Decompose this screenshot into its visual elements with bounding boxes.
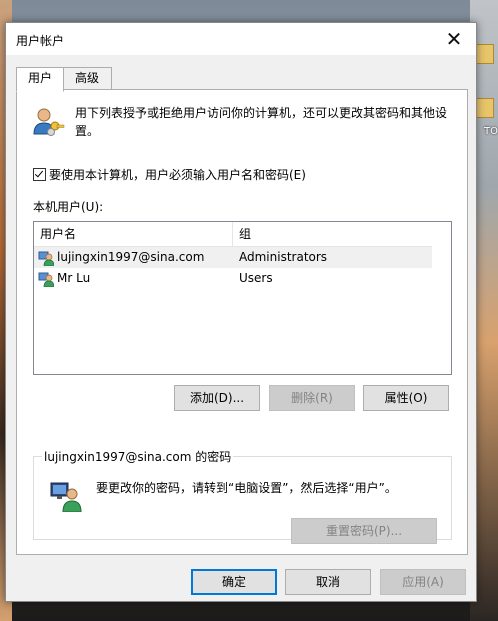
row-username: Mr Lu xyxy=(57,271,91,285)
local-users-label: 本机用户(U): xyxy=(33,200,104,214)
users-listview[interactable]: 用户名 组 lujingxin1997@sina.com Administrat… xyxy=(33,221,452,375)
require-login-label: 要使用本计算机，用户必须输入用户名和密码(E) xyxy=(49,168,306,182)
close-button[interactable]: ✕ xyxy=(432,23,476,55)
require-login-row[interactable]: 要使用本计算机，用户必须输入用户名和密码(E) xyxy=(33,166,306,183)
tab-advanced[interactable]: 高级 xyxy=(62,67,112,91)
desktop-icon-label: TO xyxy=(484,126,498,137)
ok-button[interactable]: 确定 xyxy=(191,569,277,595)
listview-header: 用户名 组 xyxy=(34,222,432,247)
table-row[interactable]: Mr Lu Users xyxy=(34,268,432,289)
user-monitor-icon xyxy=(50,482,82,512)
row-username-cell: lujingxin1997@sina.com xyxy=(38,247,204,268)
tab-users[interactable]: 用户 xyxy=(16,67,64,92)
properties-button[interactable]: 属性(O) xyxy=(363,385,449,411)
apply-button[interactable]: 应用(A) xyxy=(380,569,466,595)
add-user-button[interactable]: 添加(D)... xyxy=(174,385,260,411)
password-instruction-text: 要更改你的密码，请转到“电脑设置”，然后选择“用户”。 xyxy=(96,481,397,495)
reset-password-button[interactable]: 重置密码(P)... xyxy=(291,518,437,544)
password-groupbox: lujingxin1997@sina.com 的密码 要更改你的密码，请转到“电… xyxy=(33,448,452,544)
title-bar[interactable]: 用户帐户 ✕ xyxy=(6,23,476,55)
row-username-cell: Mr Lu xyxy=(38,268,90,289)
column-header-username[interactable]: 用户名 xyxy=(34,222,76,246)
user-accounts-dialog: 用户帐户 ✕ 用户 高级 用下列表授予或拒绝用户访问你的计算机，还可以更改其密码… xyxy=(5,22,477,602)
row-group: Users xyxy=(239,271,273,285)
users-tab-panel: 用下列表授予或拒绝用户访问你的计算机，还可以更改其密码和其他设置。 要使用本计算… xyxy=(16,89,468,555)
user-icon xyxy=(38,272,54,287)
cancel-button[interactable]: 取消 xyxy=(285,569,371,595)
password-groupbox-title: lujingxin1997@sina.com 的密码 xyxy=(42,448,234,465)
users-keys-icon xyxy=(33,108,65,136)
close-icon: ✕ xyxy=(445,27,463,51)
row-username: lujingxin1997@sina.com xyxy=(57,250,205,264)
remove-user-button[interactable]: 删除(R) xyxy=(269,385,355,411)
column-header-group[interactable]: 组 xyxy=(233,222,251,246)
row-group: Administrators xyxy=(239,250,328,264)
require-login-checkbox[interactable] xyxy=(33,168,46,181)
user-icon xyxy=(38,251,54,266)
info-text: 用下列表授予或拒绝用户访问你的计算机，还可以更改其密码和其他设置。 xyxy=(75,106,448,138)
table-row[interactable]: lujingxin1997@sina.com Administrators xyxy=(34,247,432,268)
window-title: 用户帐户 xyxy=(16,34,65,48)
